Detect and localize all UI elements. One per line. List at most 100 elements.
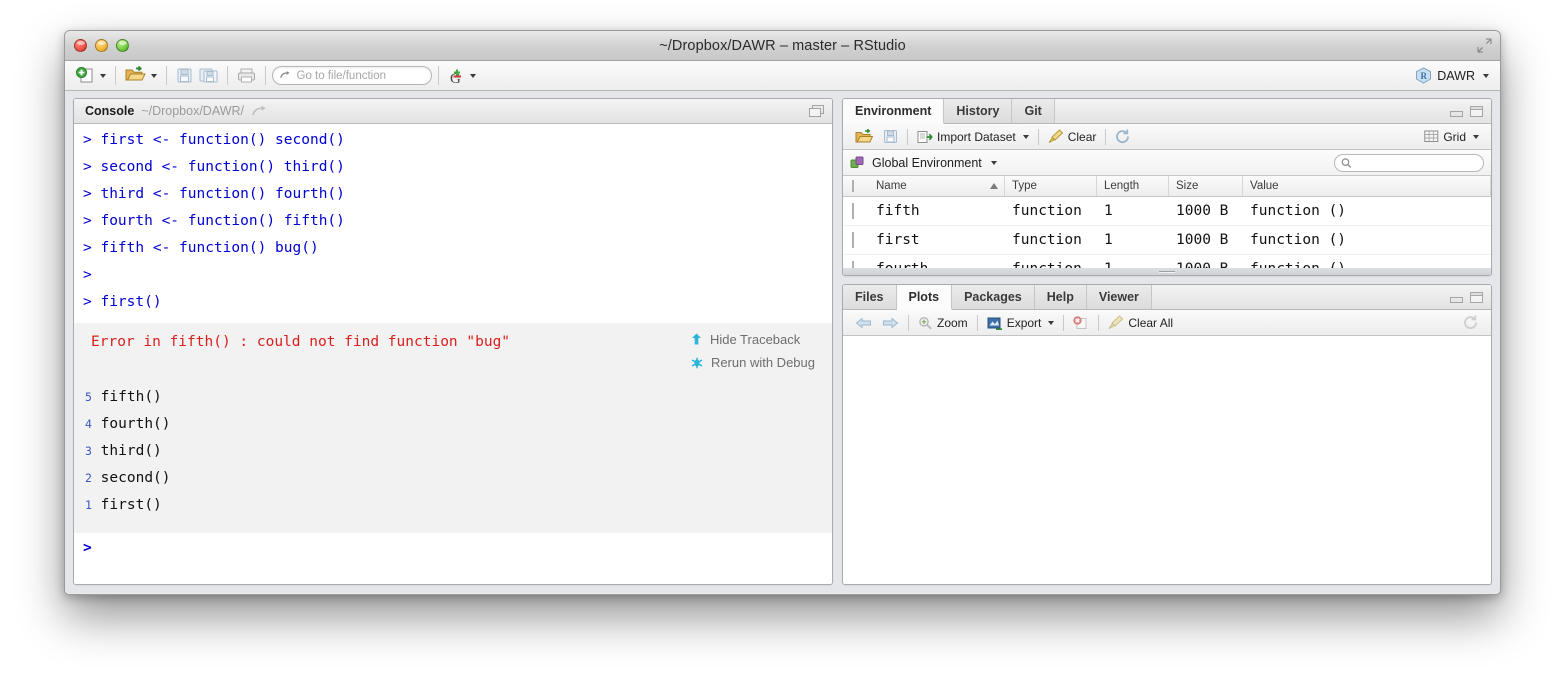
window-controls [74,39,129,52]
tab-history[interactable]: History [944,99,1012,123]
column-header-size[interactable]: Size [1169,176,1243,196]
console-pane-header: Console ~/Dropbox/DAWR/ [74,99,832,124]
splitter-grip [1159,271,1175,273]
new-file-button[interactable] [73,64,109,88]
plots-refresh-button[interactable] [1458,312,1484,333]
tab-plots[interactable]: Plots [897,285,953,310]
console-output[interactable]: > first <- function() second()> second <… [74,124,832,584]
traceback-frame-number: 2 [85,471,92,485]
select-all-checkbox-cell[interactable] [843,180,869,192]
traceback-frame-number: 1 [85,498,92,512]
chevron-down-icon[interactable] [151,74,157,78]
console-line: > third <- function() fourth() [74,181,832,208]
chevron-down-icon[interactable] [100,74,106,78]
table-row[interactable]: fourthfunction11000 Bfunction () [843,255,1491,268]
traceback-frame[interactable]: 2 second() [74,465,832,492]
hide-traceback-link[interactable]: Hide Traceback [691,332,815,347]
console-line: > first <- function() second() [74,127,832,154]
traceback-frame[interactable]: 3 third() [74,438,832,465]
open-file-button[interactable] [122,64,160,88]
pane-splitter[interactable] [843,268,1491,275]
column-header-length[interactable]: Length [1097,176,1169,196]
row-checkbox[interactable] [852,203,854,219]
column-header-name[interactable]: Name [869,176,1005,196]
plots-display-area[interactable] [843,336,1491,584]
clear-all-plots-button[interactable]: Clear All [1103,312,1178,333]
toolbar-divider [227,66,228,85]
environment-table[interactable]: Name Type Length Size Value fifthfunctio… [843,176,1491,268]
remove-plot-button[interactable] [1068,312,1094,333]
row-checkbox[interactable] [852,232,854,248]
print-button[interactable] [234,64,259,88]
clear-environment-button[interactable]: Clear [1043,126,1102,147]
select-all-checkbox[interactable] [852,180,854,192]
plots-export-button[interactable]: Export [982,312,1060,333]
tab-environment[interactable]: Environment [843,99,944,124]
cell-value: function () [1243,232,1491,248]
import-dataset-button[interactable]: Import Dataset [912,126,1034,147]
project-menu[interactable]: R DAWR [1415,67,1492,84]
plots-pane: Files Plots Packages Help Viewer [842,284,1492,585]
minimize-window-button[interactable] [95,39,108,52]
minimize-pane-icon[interactable] [1449,105,1464,118]
search-icon [1341,157,1352,169]
traceback-frame-call: third() [92,443,162,459]
chevron-down-icon[interactable] [470,74,476,78]
plots-back-button[interactable] [850,312,877,333]
tab-help[interactable]: Help [1035,285,1087,309]
table-row[interactable]: firstfunction11000 Bfunction () [843,226,1491,255]
goto-file-function-box[interactable] [272,66,432,85]
tab-files[interactable]: Files [843,285,897,309]
chevron-down-icon[interactable] [1473,135,1479,139]
column-header-type[interactable]: Type [1005,176,1097,196]
table-row[interactable]: fifthfunction11000 Bfunction () [843,197,1491,226]
maximize-pane-icon[interactable] [808,104,825,118]
hide-traceback-label: Hide Traceback [710,332,800,347]
plots-forward-button[interactable] [877,312,904,333]
chevron-down-icon[interactable] [991,161,997,165]
back-arrow-icon [855,316,872,330]
row-checkbox-cell[interactable] [843,203,869,219]
maximize-pane-icon[interactable] [1469,291,1484,304]
environment-search-box[interactable] [1334,154,1484,172]
save-button[interactable] [173,64,196,88]
maximize-pane-icon[interactable] [1469,105,1484,118]
close-window-button[interactable] [74,39,87,52]
column-label-name: Name [876,180,907,192]
traceback-frame[interactable]: 4 fourth() [74,411,832,438]
traceback-frame[interactable]: 5 fifth() [74,384,832,411]
cell-name: first [869,232,1005,248]
tab-packages[interactable]: Packages [952,285,1035,309]
toolbar-divider [166,66,167,85]
load-workspace-button[interactable] [850,126,878,147]
environment-search-input[interactable] [1356,157,1477,169]
open-in-window-icon[interactable] [252,105,268,117]
fullscreen-icon[interactable] [1477,38,1492,53]
tab-git[interactable]: Git [1012,99,1054,123]
row-checkbox-cell[interactable] [843,261,869,268]
tab-viewer[interactable]: Viewer [1087,285,1152,309]
save-all-button[interactable] [196,64,221,88]
environment-scope-label[interactable]: Global Environment [872,156,982,170]
refresh-environment-button[interactable] [1110,126,1136,147]
git-button[interactable]: G [445,64,479,88]
rerun-with-debug-link[interactable]: Rerun with Debug [691,355,815,370]
minimize-pane-icon[interactable] [1449,291,1464,304]
rstudio-window: ~/Dropbox/DAWR – master – RStudio [64,30,1501,595]
row-checkbox-cell[interactable] [843,232,869,248]
traceback-frame[interactable]: 1 first() [74,492,832,519]
plots-zoom-button[interactable]: Zoom [913,312,973,333]
console-prompt[interactable]: > [74,533,832,563]
chevron-down-icon[interactable] [1483,74,1489,78]
plots-zoom-label: Zoom [937,316,968,330]
console-tab[interactable]: Console [85,104,134,118]
maximize-window-button[interactable] [116,39,129,52]
save-workspace-button[interactable] [878,126,903,147]
goto-file-input[interactable] [297,70,424,82]
column-header-value[interactable]: Value [1243,176,1491,196]
chevron-down-icon[interactable] [1023,135,1029,139]
chevron-down-icon[interactable] [1048,321,1054,325]
row-checkbox[interactable] [852,261,854,268]
plots-toolbar: Zoom Export [843,310,1491,336]
view-mode-button[interactable]: Grid [1419,126,1484,147]
